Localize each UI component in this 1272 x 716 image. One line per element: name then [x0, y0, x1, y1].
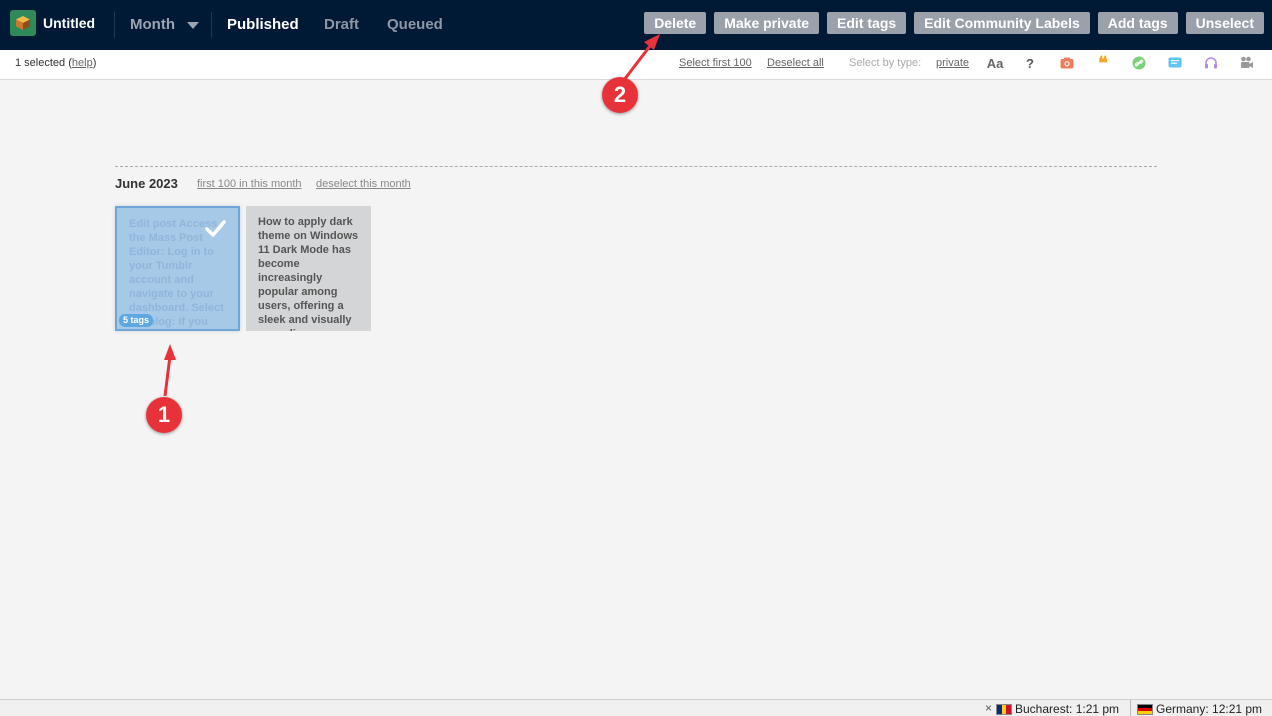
delete-button[interactable]: Delete	[644, 12, 707, 34]
selected-count-text: 1 selected	[15, 57, 66, 69]
audio-icon[interactable]	[1203, 55, 1219, 71]
first-100-month-link[interactable]: first 100 in this month	[197, 178, 302, 190]
tab-draft[interactable]: Draft	[324, 16, 359, 33]
blog-avatar-icon	[10, 10, 36, 36]
link-icon[interactable]	[1131, 55, 1147, 71]
month-divider	[115, 166, 1157, 167]
post-tile[interactable]: How to apply dark theme on Windows 11 Da…	[246, 206, 371, 331]
close-icon[interactable]: ×	[985, 701, 992, 715]
deselect-all-link[interactable]: Deselect all	[767, 57, 824, 69]
month-heading: June 2023	[115, 176, 178, 191]
blog-switcher[interactable]: Untitled	[10, 10, 95, 36]
tab-queued[interactable]: Queued	[387, 16, 443, 33]
bulk-actions: Delete Make private Edit tags Edit Commu…	[644, 12, 1264, 34]
blog-name: Untitled	[43, 15, 96, 31]
camera-icon[interactable]	[1059, 55, 1075, 71]
quote-icon[interactable]: ❝	[1095, 54, 1111, 72]
checkmark-icon	[205, 220, 226, 237]
annotation-arrows	[163, 34, 660, 397]
select-first-100-link[interactable]: Select first 100	[679, 57, 752, 69]
selection-toolbar: 1 selected (help) Select first 100 Desel…	[0, 50, 1272, 80]
tab-published[interactable]: Published	[227, 16, 299, 33]
chevron-down-icon	[186, 22, 199, 29]
chat-icon[interactable]	[1167, 55, 1183, 71]
romania-flag-icon	[996, 703, 1012, 715]
annotation-marker-1: 1	[146, 397, 182, 433]
germany-time: Germany: 12:21 pm	[1156, 702, 1263, 716]
question-icon[interactable]: ?	[1022, 55, 1038, 71]
selection-count: 1 selected (help)	[15, 57, 96, 69]
video-icon[interactable]	[1239, 55, 1255, 71]
clock-bucharest: Bucharest: 1:21 pm	[996, 702, 1119, 716]
deselect-month-link[interactable]: deselect this month	[316, 178, 411, 190]
select-by-type-label: Select by type:	[849, 57, 922, 69]
post-excerpt: How to apply dark theme on Windows 11 Da…	[258, 216, 359, 331]
status-bar: × Bucharest: 1:21 pm Germany: 12:21 pm	[0, 699, 1272, 716]
tags-badge: 5 tags	[119, 314, 154, 327]
unselect-button[interactable]: Unselect	[1185, 12, 1264, 34]
top-header: Untitled Month Published Draft Queued De…	[0, 0, 1272, 50]
select-private-link[interactable]: private	[936, 57, 969, 69]
help-paren-open: (	[65, 57, 72, 69]
make-private-button[interactable]: Make private	[714, 12, 820, 34]
clock-germany: Germany: 12:21 pm	[1137, 702, 1262, 716]
add-tags-button[interactable]: Add tags	[1097, 12, 1178, 34]
germany-flag-icon	[1137, 703, 1153, 715]
status-divider	[1130, 700, 1131, 716]
month-dropdown-label: Month	[130, 16, 175, 33]
text-post-icon[interactable]: Aa	[986, 55, 1004, 71]
post-tile-selected[interactable]: Edit post Access the Mass Post Editor: L…	[115, 206, 240, 331]
bucharest-time: Bucharest: 1:21 pm	[1015, 702, 1120, 716]
edit-community-labels-button[interactable]: Edit Community Labels	[914, 12, 1090, 34]
help-paren-close: )	[92, 57, 97, 69]
help-link[interactable]: help	[72, 57, 93, 69]
annotation-marker-2: 2	[602, 77, 638, 113]
month-dropdown[interactable]: Month	[130, 16, 199, 33]
edit-tags-button[interactable]: Edit tags	[827, 12, 907, 34]
header-divider	[211, 12, 212, 38]
header-divider	[114, 12, 115, 38]
